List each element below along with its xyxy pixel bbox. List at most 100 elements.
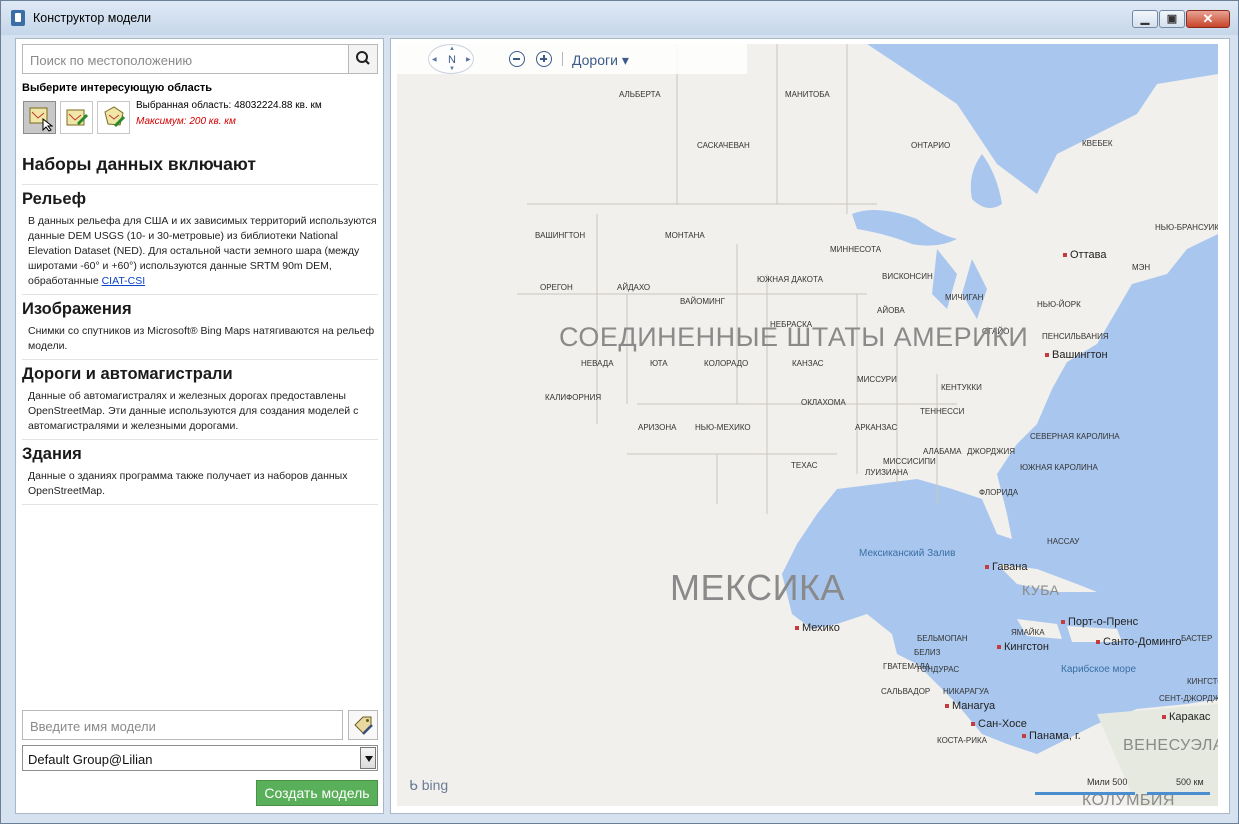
map-label: Арканзас — [855, 423, 898, 432]
ciat-csi-link[interactable]: CIAT-CSI — [102, 275, 146, 287]
window-controls: ▁ ▣ ✕ — [1131, 10, 1230, 28]
map-city: Вашингтон — [1045, 349, 1108, 361]
map-label: Саскачеван — [697, 141, 750, 150]
rectangle-select-icon — [29, 107, 54, 132]
toolbar-divider — [562, 52, 563, 66]
map-label: Монтана — [665, 231, 705, 240]
map-city: Мехико — [795, 622, 840, 634]
maximize-button[interactable]: ▣ — [1159, 10, 1185, 28]
map-label: Квебек — [1082, 139, 1113, 148]
map-city: Нассау — [1047, 537, 1080, 546]
pan-up-icon[interactable]: ▲ — [449, 46, 455, 52]
map-view[interactable]: N ▲ ▼ ◀ ▶ Дороги ▾ Альберта Манитоба Сас… — [397, 44, 1218, 806]
map-label: Вашингтон — [535, 231, 586, 240]
bing-b-icon: ᑲ — [409, 777, 422, 793]
scale-miles: Мили 500 — [1087, 777, 1128, 787]
country-label: КУБА — [1022, 582, 1060, 598]
pan-down-icon[interactable]: ▼ — [449, 66, 455, 72]
compass-control[interactable]: N ▲ ▼ ◀ ▶ — [428, 44, 474, 74]
country-label: СОЕДИНЕННЫЕ ШТАТЫ АМЕРИКИ — [559, 322, 1029, 352]
map-city: Порт-о-Пренс — [1061, 616, 1138, 628]
buildings-text: Данные о зданиях программа также получае… — [28, 470, 348, 497]
roads-text: Данные об автомагистралях и железных дор… — [28, 390, 359, 432]
map-city: Манагуа — [945, 700, 995, 712]
map-label: Мэн — [1132, 263, 1151, 272]
map-label: Канзас — [792, 359, 824, 368]
compass-north: N — [448, 54, 456, 66]
area-title: Выберите интересующую область — [22, 82, 212, 94]
title-bar[interactable]: Конструктор модели ▁ ▣ ✕ — [1, 1, 1238, 35]
map-label: Луизиана — [865, 468, 909, 477]
window-title: Конструктор модели — [33, 11, 152, 25]
map-label: Сальвадор — [881, 687, 931, 696]
map-label: Вайоминг — [680, 297, 725, 306]
close-button[interactable]: ✕ — [1186, 10, 1230, 28]
sea-label: Карибское море — [1061, 664, 1137, 675]
model-name-placeholder: Введите имя модели — [30, 719, 156, 734]
draw-area-icon — [66, 109, 89, 126]
map-label: Северная Каролина — [1030, 432, 1120, 441]
map-label: Айова — [877, 306, 905, 315]
sea-label: Мексиканский Залив — [859, 548, 956, 559]
map-label: Белиз — [914, 648, 941, 657]
map-label: Аризона — [638, 423, 677, 432]
map-city: Бастер — [1181, 634, 1213, 643]
selected-area-text: Выбранная область: 48032224.88 кв. км — [136, 100, 322, 111]
map-city: Сан-Хосе — [971, 718, 1027, 730]
map-label: Джорджия — [967, 447, 1015, 456]
map-city: Нью-Йорк — [1037, 300, 1081, 309]
rectangle-select-tool[interactable] — [23, 101, 56, 134]
map-label: Коста-Рика — [937, 736, 988, 745]
map-city: Сент-Джорджс — [1159, 694, 1218, 703]
map-label: Калифорния — [545, 393, 602, 402]
map-city: Каракас — [1162, 711, 1210, 723]
app-window: Конструктор модели ▁ ▣ ✕ Поиск по местоп… — [0, 0, 1239, 824]
map-city: Бельмопан — [917, 634, 968, 643]
imagery-title: Изображения — [22, 300, 132, 318]
map-label: Теннесси — [920, 407, 965, 416]
tag-button[interactable] — [348, 710, 378, 740]
polygon-select-tool[interactable] — [97, 101, 130, 134]
location-search[interactable]: Поиск по местоположению — [22, 44, 378, 74]
map-label: Южная Каролина — [1020, 463, 1098, 472]
map-label: Оклахома — [801, 398, 846, 407]
client-area: Поиск по местоположению Выберите интерес… — [9, 35, 1230, 817]
map-city: Гавана — [985, 561, 1028, 573]
max-area-text: Максимум: 200 кв. км — [136, 116, 236, 127]
create-model-button[interactable]: Создать модель — [256, 780, 378, 806]
scale-bar-miles — [1035, 792, 1135, 795]
map-toolbar: N ▲ ▼ ◀ ▶ Дороги ▾ — [397, 44, 747, 74]
pan-left-icon[interactable]: ◀ — [432, 56, 437, 63]
map-city: Кингстон — [997, 641, 1049, 653]
imagery-text: Снимки со спутников из Microsoft® Bing M… — [28, 325, 375, 352]
zoom-out-icon[interactable] — [509, 51, 525, 67]
model-name-input[interactable]: Введите имя модели — [22, 710, 343, 740]
map-label: Никарагуа — [943, 687, 989, 696]
map-label: Висконсин — [882, 272, 933, 281]
tag-edit-icon — [354, 716, 373, 735]
minimize-icon: ▁ — [1140, 13, 1150, 25]
close-icon: ✕ — [1202, 11, 1214, 26]
map-label: Айдахо — [617, 283, 651, 292]
search-placeholder: Поиск по местоположению — [30, 53, 193, 68]
divider — [22, 184, 378, 185]
map-city: Оттава — [1063, 249, 1106, 261]
map-label: Колорадо — [704, 359, 749, 368]
terrain-description: В данных рельефа для США и их зависимых … — [28, 215, 377, 287]
group-select[interactable]: Default Group@Lilian — [22, 745, 378, 771]
map-label: Кентукки — [941, 383, 982, 392]
search-button[interactable] — [348, 45, 377, 73]
pan-right-icon[interactable]: ▶ — [466, 56, 471, 63]
draw-area-tool[interactable] — [60, 101, 93, 134]
map-label: Гондурас — [917, 665, 960, 674]
map-frame: N ▲ ▼ ◀ ▶ Дороги ▾ Альберта Манитоба Сас… — [390, 38, 1230, 814]
group-value: Default Group@Lilian — [28, 752, 153, 767]
map-label: Манитоба — [785, 90, 830, 99]
minimize-button[interactable]: ▁ — [1132, 10, 1158, 28]
map-style-dropdown[interactable]: Дороги ▾ — [572, 52, 629, 69]
zoom-in-icon[interactable] — [536, 51, 552, 67]
map-label: Альберта — [619, 90, 661, 99]
left-panel: Поиск по местоположению Выберите интерес… — [15, 38, 384, 814]
map-label: Пенсильвания — [1042, 332, 1109, 341]
chevron-down-icon[interactable] — [360, 747, 376, 769]
